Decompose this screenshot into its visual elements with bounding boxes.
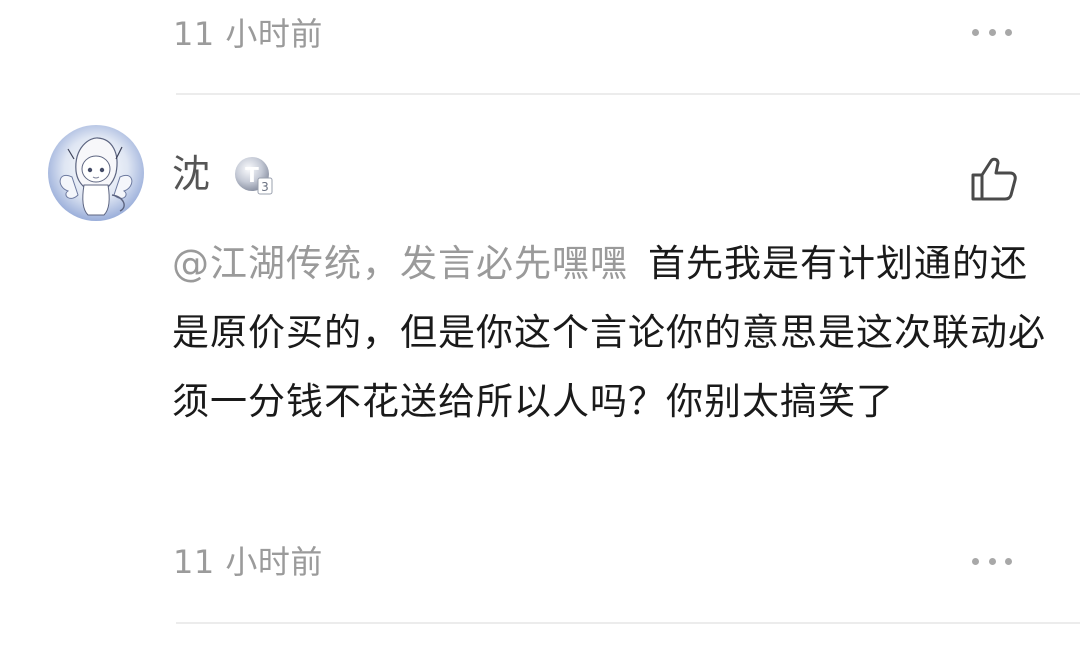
svg-text:T: T — [245, 163, 259, 187]
avatar[interactable] — [48, 125, 144, 221]
comment-divider — [176, 93, 1080, 95]
more-dot — [1005, 557, 1012, 565]
comment-divider — [176, 622, 1080, 624]
mention-link[interactable]: @江湖传统，发言必先嘿嘿 — [172, 242, 628, 285]
previous-comment-more-button[interactable] — [972, 22, 1012, 42]
comment-more-button[interactable] — [972, 551, 1012, 571]
comment-timestamp: 11 小时前 — [173, 543, 323, 581]
comment-username[interactable]: 沈 — [172, 152, 210, 196]
more-dot — [1005, 28, 1012, 36]
more-dots-icon — [972, 557, 979, 565]
svg-text:3: 3 — [261, 180, 269, 194]
more-dot — [988, 28, 996, 36]
level-badge-icon: T 3 — [232, 154, 276, 198]
more-dot — [988, 557, 996, 565]
avatar-image — [48, 125, 144, 221]
previous-comment-timestamp: 11 小时前 — [173, 15, 323, 53]
thumbs-up-icon — [971, 157, 1017, 201]
comment-content: @江湖传统，发言必先嘿嘿 首先我是有计划通的还是原价买的，但是你这个言论你的意思是… — [172, 229, 1052, 436]
like-button[interactable] — [968, 153, 1020, 205]
more-dots-icon — [972, 28, 979, 36]
